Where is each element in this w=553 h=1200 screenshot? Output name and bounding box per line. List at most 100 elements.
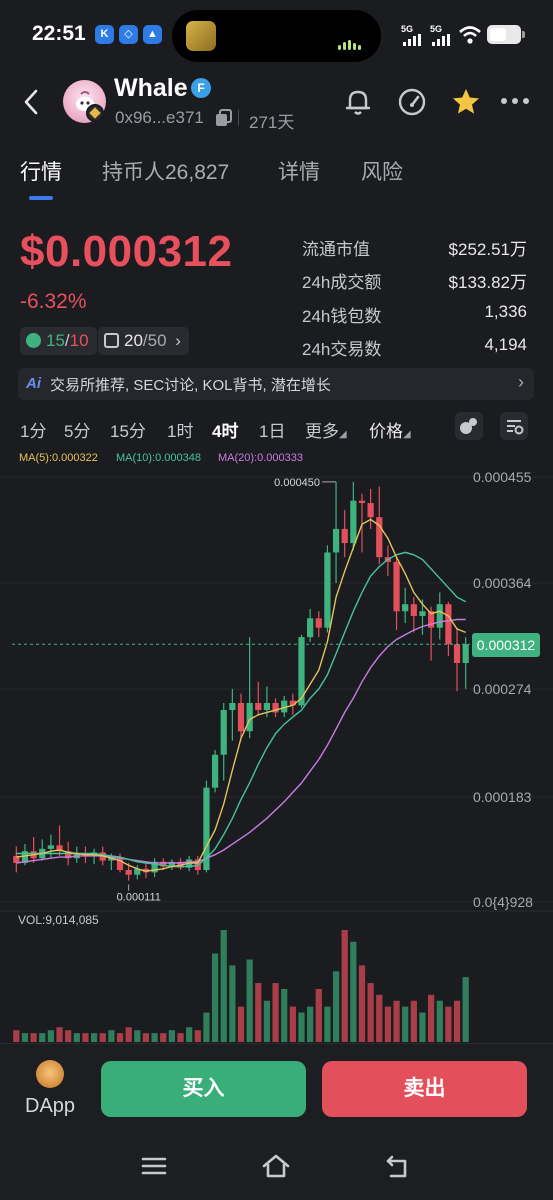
stat-label-market-cap: 流通市值: [302, 240, 370, 259]
menu-icon[interactable]: [139, 1151, 169, 1181]
interval-15m[interactable]: 15分: [110, 417, 146, 442]
price-type-label: 价格: [369, 422, 403, 441]
chip-rank-value: 20: [124, 331, 143, 350]
current-price: $0.000312: [20, 227, 233, 276]
bell-icon[interactable]: [342, 86, 374, 118]
candle-body: [237, 702, 245, 732]
volume-bar: [410, 1000, 417, 1042]
volume-bar: [341, 930, 348, 1042]
verified-badge-icon: F: [191, 78, 211, 98]
wifi-icon: [459, 26, 481, 44]
candle-body: [358, 500, 366, 504]
last-price-tag: 0.000312: [472, 633, 540, 657]
chevron-right-icon: ›: [175, 331, 181, 350]
tab-risk[interactable]: 风险: [361, 156, 403, 186]
sell-button[interactable]: 卖出: [322, 1061, 527, 1117]
battery-icon: [487, 25, 525, 44]
stat-value-wallets: 1,336: [484, 302, 527, 321]
candle-body: [255, 702, 262, 711]
chart-settings-button[interactable]: [500, 412, 528, 440]
interval-1d[interactable]: 1日: [259, 417, 285, 442]
interval-4h[interactable]: 4时: [212, 417, 238, 442]
candle-body: [263, 702, 271, 711]
back-icon[interactable]: [22, 88, 40, 116]
volume-bar: [99, 1033, 106, 1042]
volume-bar: [186, 1027, 193, 1042]
more-icon[interactable]: [500, 96, 530, 106]
home-icon[interactable]: [261, 1151, 291, 1181]
buy-sell-ratio-chip[interactable]: 15/10: [20, 327, 97, 355]
candle-body: [211, 754, 219, 788]
token-age: 271天: [249, 113, 295, 132]
candle-body: [453, 644, 461, 664]
price-axis-label: 0.000455: [473, 469, 532, 485]
stat-value-volume: $133.82万: [448, 273, 527, 292]
volume-bar: [116, 1033, 124, 1042]
ai-insight-text: 交易所推荐, SEC讨论, KOL背书, 潜在增长: [50, 377, 331, 394]
music-app-icon: [186, 21, 216, 51]
ma20-legend: MA(20):0.000333: [218, 452, 303, 464]
volume-bar: [436, 1000, 443, 1042]
candle-body: [367, 503, 374, 518]
chevron-right-icon: ›: [518, 372, 524, 392]
interval-1m[interactable]: 1分: [20, 417, 46, 442]
star-icon[interactable]: [450, 86, 482, 118]
tab-market[interactable]: 行情: [20, 156, 62, 186]
tab-details[interactable]: 详情: [278, 156, 320, 186]
notification-app-icon: K: [95, 25, 114, 44]
candle-body: [125, 870, 132, 875]
volume-label: VOL:9,014,085: [18, 913, 99, 927]
volume-bar: [462, 977, 469, 1042]
volume-bar: [445, 1006, 452, 1042]
price-axis-label: 0.0{4}928: [473, 894, 533, 910]
indicator-settings-button[interactable]: [455, 412, 483, 440]
candle-body: [462, 644, 469, 664]
volume-bar: [229, 965, 236, 1042]
signal-label: 5G: [430, 24, 443, 34]
volume-bar: [324, 1006, 331, 1042]
interval-5m[interactable]: 5分: [64, 417, 90, 442]
signal-bars-icon: [432, 34, 450, 46]
copy-icon[interactable]: [215, 109, 233, 127]
back-nav-icon[interactable]: [383, 1151, 413, 1181]
chip-buy-count: 15: [46, 331, 65, 350]
price-axis-label: 0.000274: [473, 681, 532, 697]
interval-1h[interactable]: 1时: [167, 417, 193, 442]
candle-body: [393, 561, 400, 612]
notification-app-icon: ▲: [143, 25, 162, 44]
price-axis-label: 0.000364: [473, 575, 532, 591]
chart-settings-icon: [507, 420, 524, 435]
interval-more-dropdown[interactable]: 更多◢: [305, 417, 347, 442]
active-tab-indicator: [29, 196, 53, 200]
candlestick-chart[interactable]: 0.000455 0.000364 0.000274 0.000183 0.0{4}92…: [0, 464, 553, 1044]
tab-holders[interactable]: 持币人26,827: [102, 156, 229, 186]
volume-bar: [13, 1030, 20, 1042]
volume-bar: [367, 983, 374, 1042]
candle-body: [445, 604, 452, 645]
chain-badge-icon: [86, 104, 104, 122]
volume-bar: [315, 988, 322, 1042]
ma10-legend: MA(10):0.000348: [116, 452, 201, 464]
token-name: Whale: [114, 74, 188, 102]
stat-value-transactions: 4,194: [484, 335, 527, 354]
dapp-icon[interactable]: [36, 1060, 64, 1088]
volume-bar: [237, 1006, 245, 1042]
money-bag-icon: [26, 333, 41, 348]
ai-insight-banner[interactable]: Ai 交易所推荐, SEC讨论, KOL背书, 潜在增长 ›: [18, 368, 534, 400]
gauge-icon[interactable]: [396, 86, 428, 118]
price-type-dropdown[interactable]: 价格◢: [369, 417, 411, 442]
volume-bar: [402, 1006, 409, 1042]
volume-bar: [393, 1000, 400, 1042]
candle-body: [402, 604, 409, 612]
holder-rank-chip[interactable]: 20/50 ›: [98, 327, 189, 355]
dapp-label[interactable]: DApp: [25, 1095, 75, 1118]
volume-bar: [220, 930, 227, 1042]
dropdown-triangle-icon: ◢: [339, 429, 347, 440]
volume-bar: [134, 1030, 141, 1042]
ma20-line: [16, 618, 466, 864]
candle-body: [307, 618, 314, 638]
stat-label-transactions: 24h交易数: [302, 340, 382, 359]
contract-address[interactable]: 0x96...e371: [115, 108, 204, 128]
volume-bar: [246, 959, 253, 1042]
buy-button[interactable]: 买入: [101, 1061, 306, 1117]
